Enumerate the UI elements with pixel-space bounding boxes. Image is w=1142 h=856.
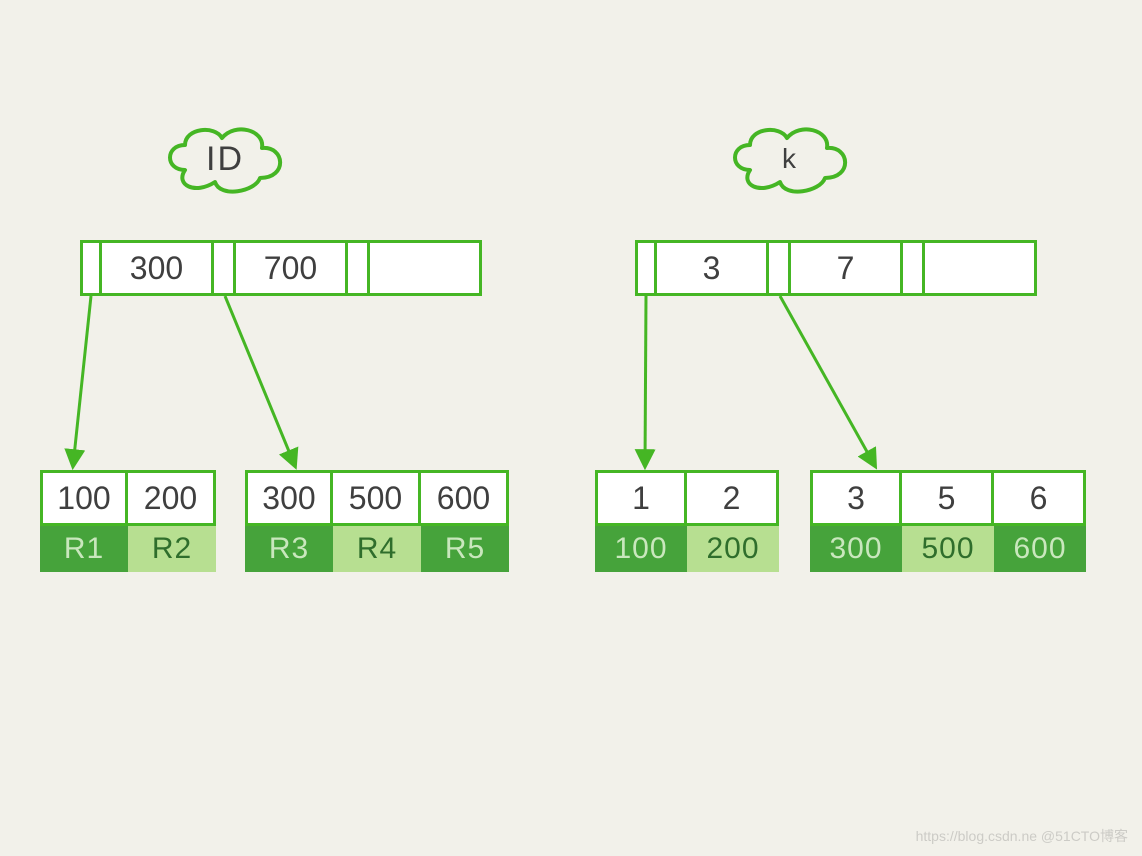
ptr-cell — [348, 240, 370, 296]
leaf-key: 2 — [687, 470, 779, 526]
root-key: 300 — [102, 240, 214, 296]
leaf-data: 500 — [902, 526, 994, 572]
root-key: 7 — [791, 240, 903, 296]
leaf-data: R1 — [40, 526, 128, 572]
leaf-key: 5 — [902, 470, 994, 526]
root-empty — [370, 240, 482, 296]
leaf-key: 300 — [245, 470, 333, 526]
root-key: 700 — [236, 240, 348, 296]
right-leaf-2: 3 5 6 300 500 600 — [810, 470, 1086, 572]
ptr-cell — [214, 240, 236, 296]
leaf-key: 6 — [994, 470, 1086, 526]
left-root-node: 300 700 — [80, 240, 482, 296]
ptr-cell — [635, 240, 657, 296]
cloud-id-label: ID — [160, 120, 290, 198]
leaf-data: R3 — [245, 526, 333, 572]
cloud-k: k — [725, 120, 855, 198]
left-leaf-1: 100 200 R1 R2 — [40, 470, 216, 572]
leaf-data: 100 — [595, 526, 687, 572]
ptr-cell — [80, 240, 102, 296]
root-key: 3 — [657, 240, 769, 296]
leaf-key: 100 — [40, 470, 128, 526]
leaf-key: 500 — [333, 470, 421, 526]
cloud-id: ID — [160, 120, 290, 198]
right-leaf-1: 1 2 100 200 — [595, 470, 779, 572]
arrow-left-1 — [40, 296, 300, 486]
leaf-data: 200 — [687, 526, 779, 572]
leaf-key: 1 — [595, 470, 687, 526]
leaf-data: 300 — [810, 526, 902, 572]
cloud-k-label: k — [725, 120, 855, 198]
leaf-key: 200 — [128, 470, 216, 526]
arrow-right-2 — [595, 296, 915, 486]
leaf-data: R5 — [421, 526, 509, 572]
left-leaf-2: 300 500 600 R3 R4 R5 — [245, 470, 509, 572]
watermark-text: https://blog.csdn.ne @51CTO博客 — [916, 826, 1128, 846]
right-tree: k 3 7 1 2 100 200 3 5 — [595, 120, 1115, 640]
leaf-data: 600 — [994, 526, 1086, 572]
leaf-data: R4 — [333, 526, 421, 572]
ptr-cell — [769, 240, 791, 296]
leaf-key: 3 — [810, 470, 902, 526]
right-root-node: 3 7 — [635, 240, 1037, 296]
leaf-key: 600 — [421, 470, 509, 526]
root-empty — [925, 240, 1037, 296]
arrow-right-1 — [595, 296, 855, 486]
left-tree: ID 300 700 100 200 R1 R2 300 — [40, 120, 560, 640]
ptr-cell — [903, 240, 925, 296]
arrow-left-2 — [40, 296, 360, 486]
leaf-data: R2 — [128, 526, 216, 572]
